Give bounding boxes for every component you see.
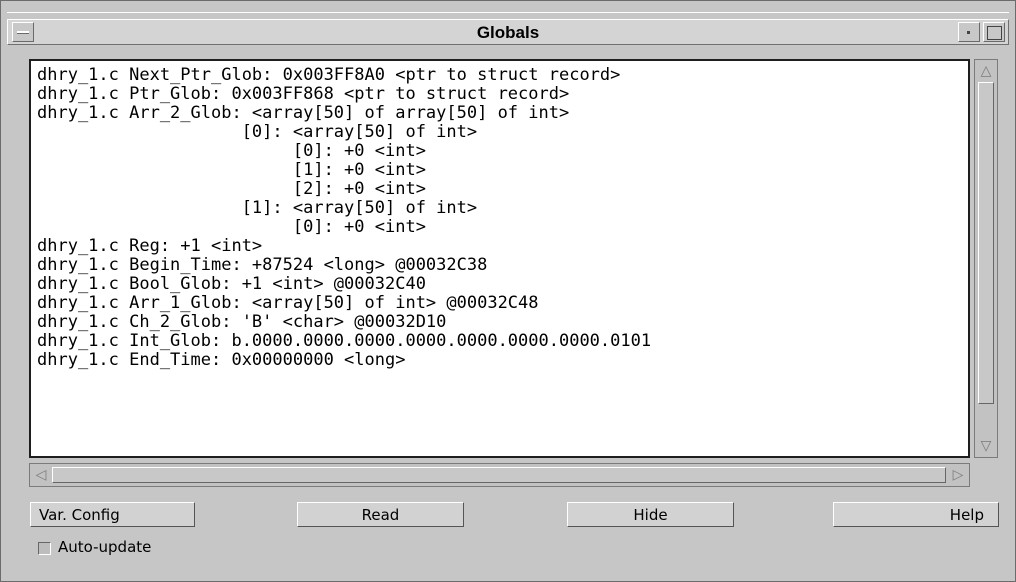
globals-window: Globals dhry_1.c Next_Ptr_Glob: 0x003FF8… <box>0 0 1016 582</box>
auto-update-label[interactable]: Auto-update <box>58 538 151 556</box>
window-title: Globals <box>476 23 540 42</box>
up-arrow-icon[interactable]: △ <box>978 63 994 79</box>
globals-line[interactable]: dhry_1.c Bool_Glob: +1 <int> @00032C40 <box>37 275 426 294</box>
hide-button[interactable]: Hide <box>567 502 734 527</box>
globals-line[interactable]: [1]: +0 <int> <box>37 161 426 180</box>
globals-line[interactable]: dhry_1.c Next_Ptr_Glob: 0x003FF8A0 <ptr … <box>37 66 620 85</box>
minimize-button[interactable] <box>958 22 980 42</box>
globals-line[interactable]: dhry_1.c Int_Glob: b.0000.0000.0000.0000… <box>37 332 651 351</box>
right-arrow-icon[interactable]: ▷ <box>950 467 966 483</box>
window-border <box>7 12 1009 13</box>
down-arrow-icon[interactable]: ▽ <box>978 438 994 454</box>
globals-line[interactable]: [1]: <array[50] of int> <box>37 199 477 218</box>
horizontal-scrollbar[interactable]: ◁ ▷ <box>29 463 970 487</box>
read-button[interactable]: Read <box>297 502 464 527</box>
globals-line[interactable]: [0]: +0 <int> <box>37 218 426 237</box>
globals-line[interactable]: dhry_1.c Arr_2_Glob: <array[50] of array… <box>37 104 569 123</box>
globals-line[interactable]: [2]: +0 <int> <box>37 180 426 199</box>
globals-line[interactable]: dhry_1.c End_Time: 0x00000000 <long> <box>37 351 405 370</box>
globals-line[interactable]: dhry_1.c Arr_1_Glob: <array[50] of int> … <box>37 294 539 313</box>
globals-line[interactable]: [0]: +0 <int> <box>37 142 426 161</box>
maximize-button[interactable] <box>983 22 1005 42</box>
var-config-button[interactable]: Var. Config <box>30 502 195 527</box>
globals-list[interactable]: dhry_1.c Next_Ptr_Glob: 0x003FF8A0 <ptr … <box>29 59 970 458</box>
globals-line[interactable]: dhry_1.c Ptr_Glob: 0x003FF868 <ptr to st… <box>37 85 569 104</box>
horizontal-scroll-thumb[interactable] <box>52 467 946 483</box>
help-button[interactable]: Help <box>833 502 999 527</box>
vertical-scrollbar[interactable]: △ ▽ <box>974 59 998 458</box>
globals-line[interactable]: dhry_1.c Reg: +1 <int> <box>37 237 262 256</box>
globals-line[interactable]: dhry_1.c Ch_2_Glob: 'B' <char> @00032D10 <box>37 313 446 332</box>
globals-line[interactable]: [0]: <array[50] of int> <box>37 123 477 142</box>
auto-update-checkbox[interactable] <box>38 542 51 555</box>
vertical-scroll-thumb[interactable] <box>978 82 994 404</box>
title-bar[interactable]: Globals <box>7 19 1009 45</box>
left-arrow-icon[interactable]: ◁ <box>33 467 49 483</box>
globals-line[interactable]: dhry_1.c Begin_Time: +87524 <long> @0003… <box>37 256 487 275</box>
